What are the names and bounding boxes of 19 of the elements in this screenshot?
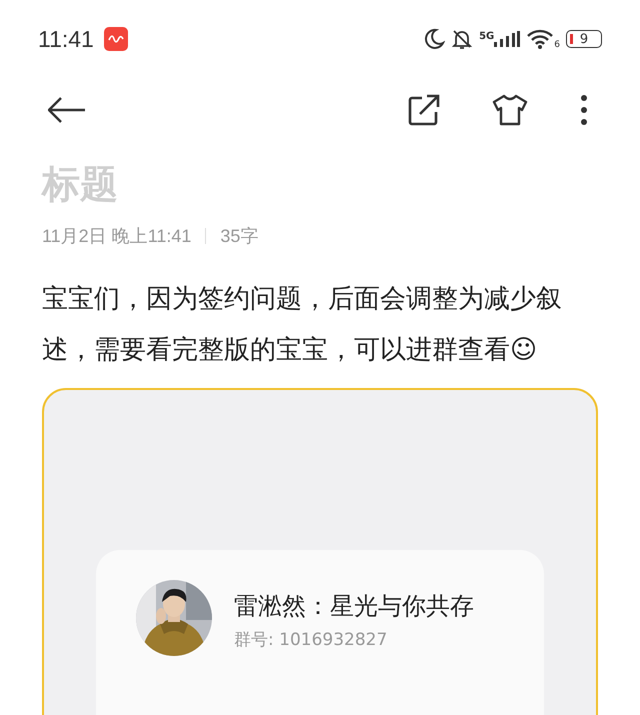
note-body: 宝宝们，因为签约问题，后面会调整为减少叙述，需要看完整版的宝宝，可以进群查看☺ [42,283,563,367]
battery-indicator: 9 [566,30,602,48]
wifi-number-label: 6 [554,40,560,50]
share-icon[interactable] [408,94,440,126]
word-count: 35字 [220,225,258,248]
group-number: 群号: 1016932827 [234,629,388,651]
more-options-icon[interactable] [580,95,588,125]
network-label: 5G [479,31,494,42]
signal-icon [494,31,520,47]
shirt-icon[interactable] [492,94,528,126]
back-arrow-icon[interactable] [48,97,86,123]
group-card[interactable]: 雷淞然：星光与你共存 群号: 1016932827 [96,550,544,715]
note-date: 11月2日 晚上11:41 [42,225,192,248]
status-time: 11:41 [38,26,94,52]
wifi-icon [526,28,554,50]
app-notification-icon [104,27,128,51]
group-name: 雷淞然：星光与你共存 [234,591,474,622]
bell-off-icon [451,28,474,50]
moon-icon [423,28,446,50]
